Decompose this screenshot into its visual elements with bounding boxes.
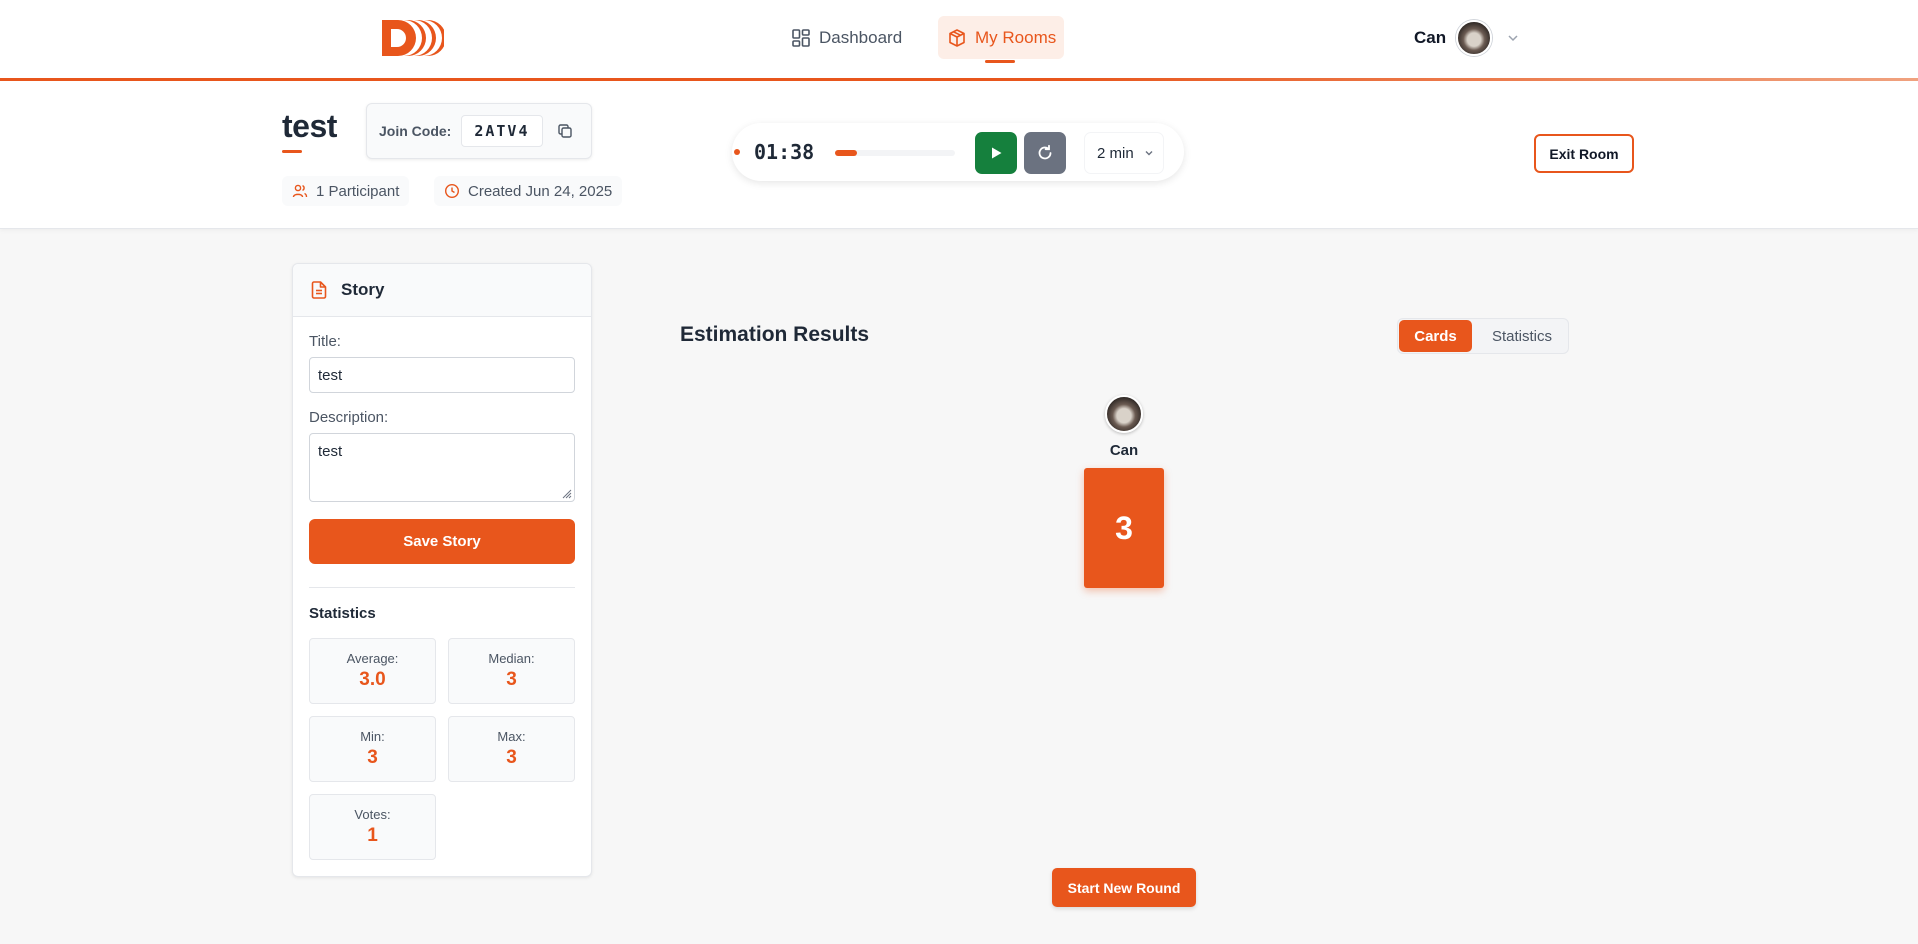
story-panel: Story Title: test Description: test Save… bbox=[292, 263, 592, 877]
story-title-input[interactable]: test bbox=[309, 357, 575, 393]
avatar bbox=[1456, 20, 1493, 56]
story-title-label: Title: bbox=[309, 333, 341, 350]
stat-votes-label: Votes: bbox=[354, 807, 391, 822]
panel-divider bbox=[309, 587, 575, 588]
logo-icon[interactable] bbox=[380, 16, 444, 60]
stat-min: Min: 3 bbox=[309, 716, 436, 782]
view-statistics-button[interactable]: Statistics bbox=[1476, 320, 1568, 352]
top-navbar: Dashboard My Rooms Can bbox=[0, 0, 1918, 81]
clock-icon bbox=[444, 183, 460, 199]
room-title: test bbox=[282, 108, 337, 144]
users-icon bbox=[292, 184, 308, 198]
nav-my-rooms-label: My Rooms bbox=[975, 27, 1057, 47]
voter-avatar bbox=[1105, 395, 1143, 433]
stat-max: Max: 3 bbox=[448, 716, 575, 782]
story-description-label: Description: bbox=[309, 409, 389, 426]
exit-room-button[interactable]: Exit Room bbox=[1534, 134, 1634, 173]
stat-votes: Votes: 1 bbox=[309, 794, 436, 860]
join-code-value[interactable]: 2ATV4 bbox=[461, 115, 543, 147]
resize-grip-icon[interactable] bbox=[560, 487, 572, 499]
estimation-results-title: Estimation Results bbox=[680, 323, 870, 346]
statistics-title: Statistics bbox=[309, 605, 376, 622]
timer-play-button[interactable] bbox=[975, 132, 1017, 174]
user-menu[interactable]: Can bbox=[1414, 18, 1520, 58]
story-panel-title: Story bbox=[341, 280, 385, 299]
timer-reset-button[interactable] bbox=[1024, 132, 1066, 174]
user-name: Can bbox=[1414, 28, 1447, 47]
timer-progress-track bbox=[835, 150, 955, 156]
chevron-down-icon bbox=[1145, 151, 1153, 156]
active-tab-indicator bbox=[985, 60, 1015, 63]
timer-progress-fill bbox=[835, 150, 857, 156]
stat-votes-value: 1 bbox=[367, 825, 378, 846]
participants-badge: 1 Participant bbox=[282, 176, 410, 206]
view-toggle: Cards Statistics bbox=[1397, 318, 1569, 354]
stat-average: Average: 3.0 bbox=[309, 638, 436, 704]
copy-icon[interactable] bbox=[557, 123, 573, 139]
stat-average-value: 3.0 bbox=[359, 669, 386, 690]
file-text-icon bbox=[311, 281, 327, 299]
stat-max-label: Max: bbox=[497, 729, 526, 744]
story-panel-header: Story bbox=[293, 264, 591, 317]
chevron-down-icon bbox=[1508, 35, 1518, 42]
start-new-round-button[interactable]: Start New Round bbox=[1052, 868, 1196, 907]
join-code-box: Join Code: 2ATV4 bbox=[366, 103, 592, 159]
voter: Can bbox=[1084, 395, 1164, 459]
room-header: test Join Code: 2ATV4 1 Participant Crea… bbox=[0, 81, 1918, 229]
created-badge: Created Jun 24, 2025 bbox=[434, 176, 623, 206]
stat-max-value: 3 bbox=[506, 747, 517, 768]
voter-name: Can bbox=[1109, 442, 1139, 459]
stat-median-value: 3 bbox=[506, 669, 517, 690]
created-date: Created Jun 24, 2025 bbox=[468, 182, 613, 200]
participants-count: 1 Participant bbox=[316, 182, 400, 200]
play-icon bbox=[992, 147, 1002, 159]
timer-time: 01:38 bbox=[754, 140, 815, 164]
timer-status-dot bbox=[734, 149, 740, 155]
stat-median: Median: 3 bbox=[448, 638, 575, 704]
dashboard-icon bbox=[792, 28, 810, 47]
room-title-underline bbox=[282, 150, 302, 153]
stat-min-value: 3 bbox=[367, 747, 378, 768]
join-code-label: Join Code: bbox=[379, 123, 452, 139]
vote-card: 3 bbox=[1084, 468, 1164, 588]
nav-dashboard-label: Dashboard bbox=[819, 27, 903, 47]
timer-duration-select[interactable]: 2 min bbox=[1084, 132, 1164, 174]
view-cards-button[interactable]: Cards bbox=[1399, 320, 1472, 352]
nav-dashboard[interactable]: Dashboard bbox=[783, 16, 910, 59]
story-description-text: test bbox=[318, 443, 343, 460]
story-description-input[interactable]: test bbox=[309, 433, 575, 502]
stat-median-label: Median: bbox=[488, 651, 535, 666]
stat-min-label: Min: bbox=[360, 729, 385, 744]
refresh-icon bbox=[1038, 144, 1052, 160]
nav-my-rooms[interactable]: My Rooms bbox=[938, 16, 1065, 63]
save-story-button[interactable]: Save Story bbox=[309, 519, 575, 564]
stat-average-label: Average: bbox=[346, 651, 399, 666]
box-icon bbox=[949, 28, 965, 47]
timer-duration-value: 2 min bbox=[1097, 144, 1134, 162]
timer-widget: 01:38 2 min bbox=[732, 123, 1184, 181]
